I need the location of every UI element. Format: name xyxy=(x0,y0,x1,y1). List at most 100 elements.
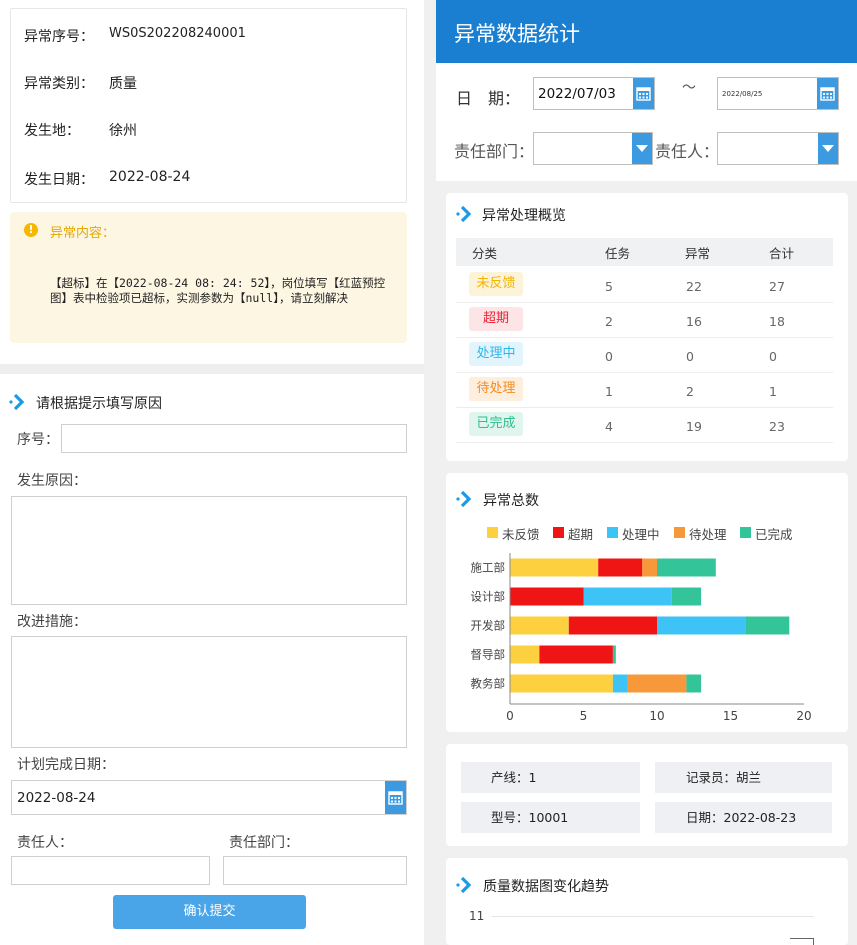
info-row-location: 发生地： 徐州 xyxy=(24,120,137,140)
seq-label: 序号： xyxy=(17,432,59,448)
row-divider xyxy=(456,442,833,443)
bar-segment xyxy=(745,616,790,635)
dept-select[interactable] xyxy=(533,132,653,165)
table-cell-total: 0 xyxy=(769,349,777,364)
col-header: 分类 xyxy=(472,246,498,261)
date-separator: ～ xyxy=(682,80,696,96)
calendar-button[interactable] xyxy=(633,78,654,109)
dropdown-button[interactable] xyxy=(632,133,652,164)
bar-segment xyxy=(671,587,702,606)
meta-model: 型号：10001 xyxy=(461,802,640,833)
y-tick-label: 开发部 xyxy=(471,619,506,633)
person-input[interactable] xyxy=(11,856,210,885)
trend-gridline xyxy=(492,916,814,917)
status-badge: 待处理 xyxy=(469,377,523,401)
y-tick-label: 督导部 xyxy=(471,648,506,662)
plan-date-value: 2022-08-24 xyxy=(17,790,96,806)
row-divider xyxy=(456,337,833,338)
date-label: 日 期： xyxy=(456,89,521,108)
chevron-right-icon xyxy=(456,205,472,223)
info-label: 异常序号： xyxy=(24,29,94,45)
info-value: WS0S202208240001 xyxy=(109,26,246,41)
bar-segment xyxy=(598,558,643,577)
x-tick-label: 15 xyxy=(723,709,738,723)
table-cell-total: 27 xyxy=(769,279,785,294)
y-tick-label: 教务部 xyxy=(471,677,506,691)
cause-textarea[interactable] xyxy=(11,496,407,605)
trend-y-tick: 11 xyxy=(469,909,485,923)
row-divider xyxy=(456,372,833,373)
bar-segment xyxy=(510,587,584,606)
date-from-input[interactable]: 2022/07/03 xyxy=(533,77,655,110)
col-header: 任务 xyxy=(605,246,631,261)
info-value: 2022-08-24 xyxy=(109,169,191,185)
dropdown-button[interactable] xyxy=(818,133,838,164)
stats-title: 异常数据统计 xyxy=(454,22,580,46)
measure-label: 改进措施： xyxy=(17,614,87,630)
table-cell-abnormal: 2 xyxy=(686,384,694,399)
calendar-icon xyxy=(820,87,835,101)
stats-header: 异常数据统计 xyxy=(436,0,857,63)
info-row-date: 发生日期： 2022-08-24 xyxy=(24,169,190,189)
x-tick-label: 20 xyxy=(796,709,811,723)
legend-swatch xyxy=(607,527,618,538)
filter-dept-label: 责任部门： xyxy=(454,142,535,161)
trend-legend-fragment xyxy=(790,938,814,945)
section-divider xyxy=(0,364,424,374)
info-label: 发生日期： xyxy=(24,172,94,188)
meta-line: 产线：1 xyxy=(461,762,640,793)
trend-title: 质量数据图变化趋势 xyxy=(483,879,609,895)
info-row-category: 异常类别： 质量 xyxy=(24,73,137,93)
info-value: 质量 xyxy=(109,76,137,92)
calendar-button[interactable] xyxy=(385,781,406,814)
col-header: 异常 xyxy=(685,246,711,261)
plan-date-input[interactable]: 2022-08-24 xyxy=(11,780,407,815)
dept-input[interactable] xyxy=(223,856,407,885)
chevron-down-icon xyxy=(636,145,648,152)
table-cell-total: 23 xyxy=(769,419,785,434)
legend-swatch xyxy=(674,527,685,538)
date-to-input[interactable]: 2022/08/25 xyxy=(717,77,839,110)
legend-label[interactable]: 未反馈 xyxy=(502,524,540,543)
legend-swatch xyxy=(487,527,498,538)
table-cell-total: 1 xyxy=(769,384,777,399)
submit-button[interactable]: 确认提交 xyxy=(113,895,306,929)
bar-segment xyxy=(657,558,716,577)
bar-segment xyxy=(510,674,613,693)
measure-textarea[interactable] xyxy=(11,636,407,748)
status-badge: 未反馈 xyxy=(469,272,523,296)
table-cell-total: 18 xyxy=(769,314,785,329)
bar-segment xyxy=(627,674,687,693)
table-cell-abnormal: 19 xyxy=(686,419,702,434)
chevron-right-icon xyxy=(456,876,472,894)
row-divider xyxy=(456,302,833,303)
date-from-value: 2022/07/03 xyxy=(538,86,616,102)
legend-label[interactable]: 超期 xyxy=(568,524,593,543)
col-header: 合计 xyxy=(769,246,795,261)
bar-segment xyxy=(510,616,569,635)
filter-person-label: 责任人： xyxy=(655,142,720,161)
person-select[interactable] xyxy=(717,132,839,165)
status-badge: 已完成 xyxy=(469,412,523,436)
legend-label[interactable]: 待处理 xyxy=(689,524,727,543)
alert-title: 异常内容： xyxy=(50,226,116,241)
bar-segment xyxy=(612,674,628,693)
filter-bar: 日 期： 2022/07/03 ～ 2022/08/25 责任部门： 责任人： xyxy=(436,63,857,181)
x-tick-label: 10 xyxy=(649,709,664,723)
table-cell-task: 0 xyxy=(605,349,613,364)
chevron-right-icon xyxy=(9,393,25,411)
legend-label[interactable]: 已完成 xyxy=(755,524,793,543)
table-cell-task: 5 xyxy=(605,279,613,294)
meta-date: 日期：2022-08-23 xyxy=(655,802,832,833)
legend-swatch xyxy=(553,527,564,538)
plan-date-label: 计划完成日期： xyxy=(17,757,115,773)
calendar-icon xyxy=(388,791,403,805)
y-tick-label: 设计部 xyxy=(471,590,506,604)
legend-label[interactable]: 处理中 xyxy=(622,524,660,543)
x-tick-label: 5 xyxy=(580,709,588,723)
overview-title: 异常处理概览 xyxy=(482,208,566,224)
row-divider xyxy=(456,407,833,408)
seq-input[interactable] xyxy=(61,424,407,453)
exception-content-alert: ! 异常内容： 【超标】在【2022-08-24 08: 24: 52】，岗位填… xyxy=(10,212,407,343)
calendar-button[interactable] xyxy=(817,78,838,109)
